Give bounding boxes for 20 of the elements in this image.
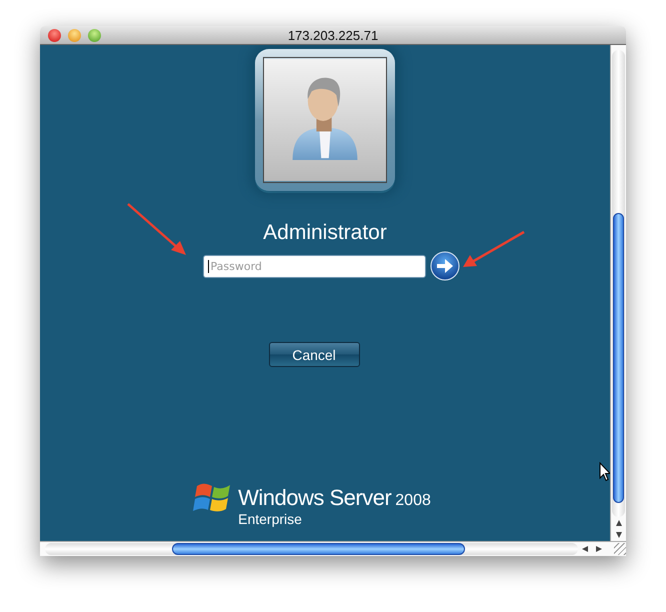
scrollbar-thumb[interactable]: [172, 543, 465, 555]
password-field[interactable]: Password: [202, 254, 426, 278]
scroll-up-icon[interactable]: [614, 519, 622, 527]
horizontal-scrollbar[interactable]: [40, 541, 626, 556]
scroll-left-icon[interactable]: [581, 545, 589, 553]
product-edition: Enterprise: [238, 510, 303, 528]
arrow-right-icon[interactable]: [430, 251, 460, 281]
window-title: 173.203.225.71: [286, 28, 380, 42]
scroll-right-icon[interactable]: [595, 545, 603, 553]
user-name: Administrator: [263, 221, 387, 245]
cancel-button[interactable]: Cancel: [268, 342, 360, 367]
resize-grip-icon[interactable]: [614, 543, 626, 555]
vertical-scrollbar[interactable]: [610, 45, 626, 541]
product-version: 2008: [395, 492, 431, 510]
scroll-down-icon[interactable]: [614, 531, 622, 539]
close-button[interactable]: [48, 28, 61, 42]
product-name: Windows Server: [238, 486, 392, 510]
scrollbar-thumb[interactable]: [613, 213, 624, 503]
user-silhouette-icon: [263, 57, 387, 183]
mouse-pointer-icon: [599, 462, 610, 482]
